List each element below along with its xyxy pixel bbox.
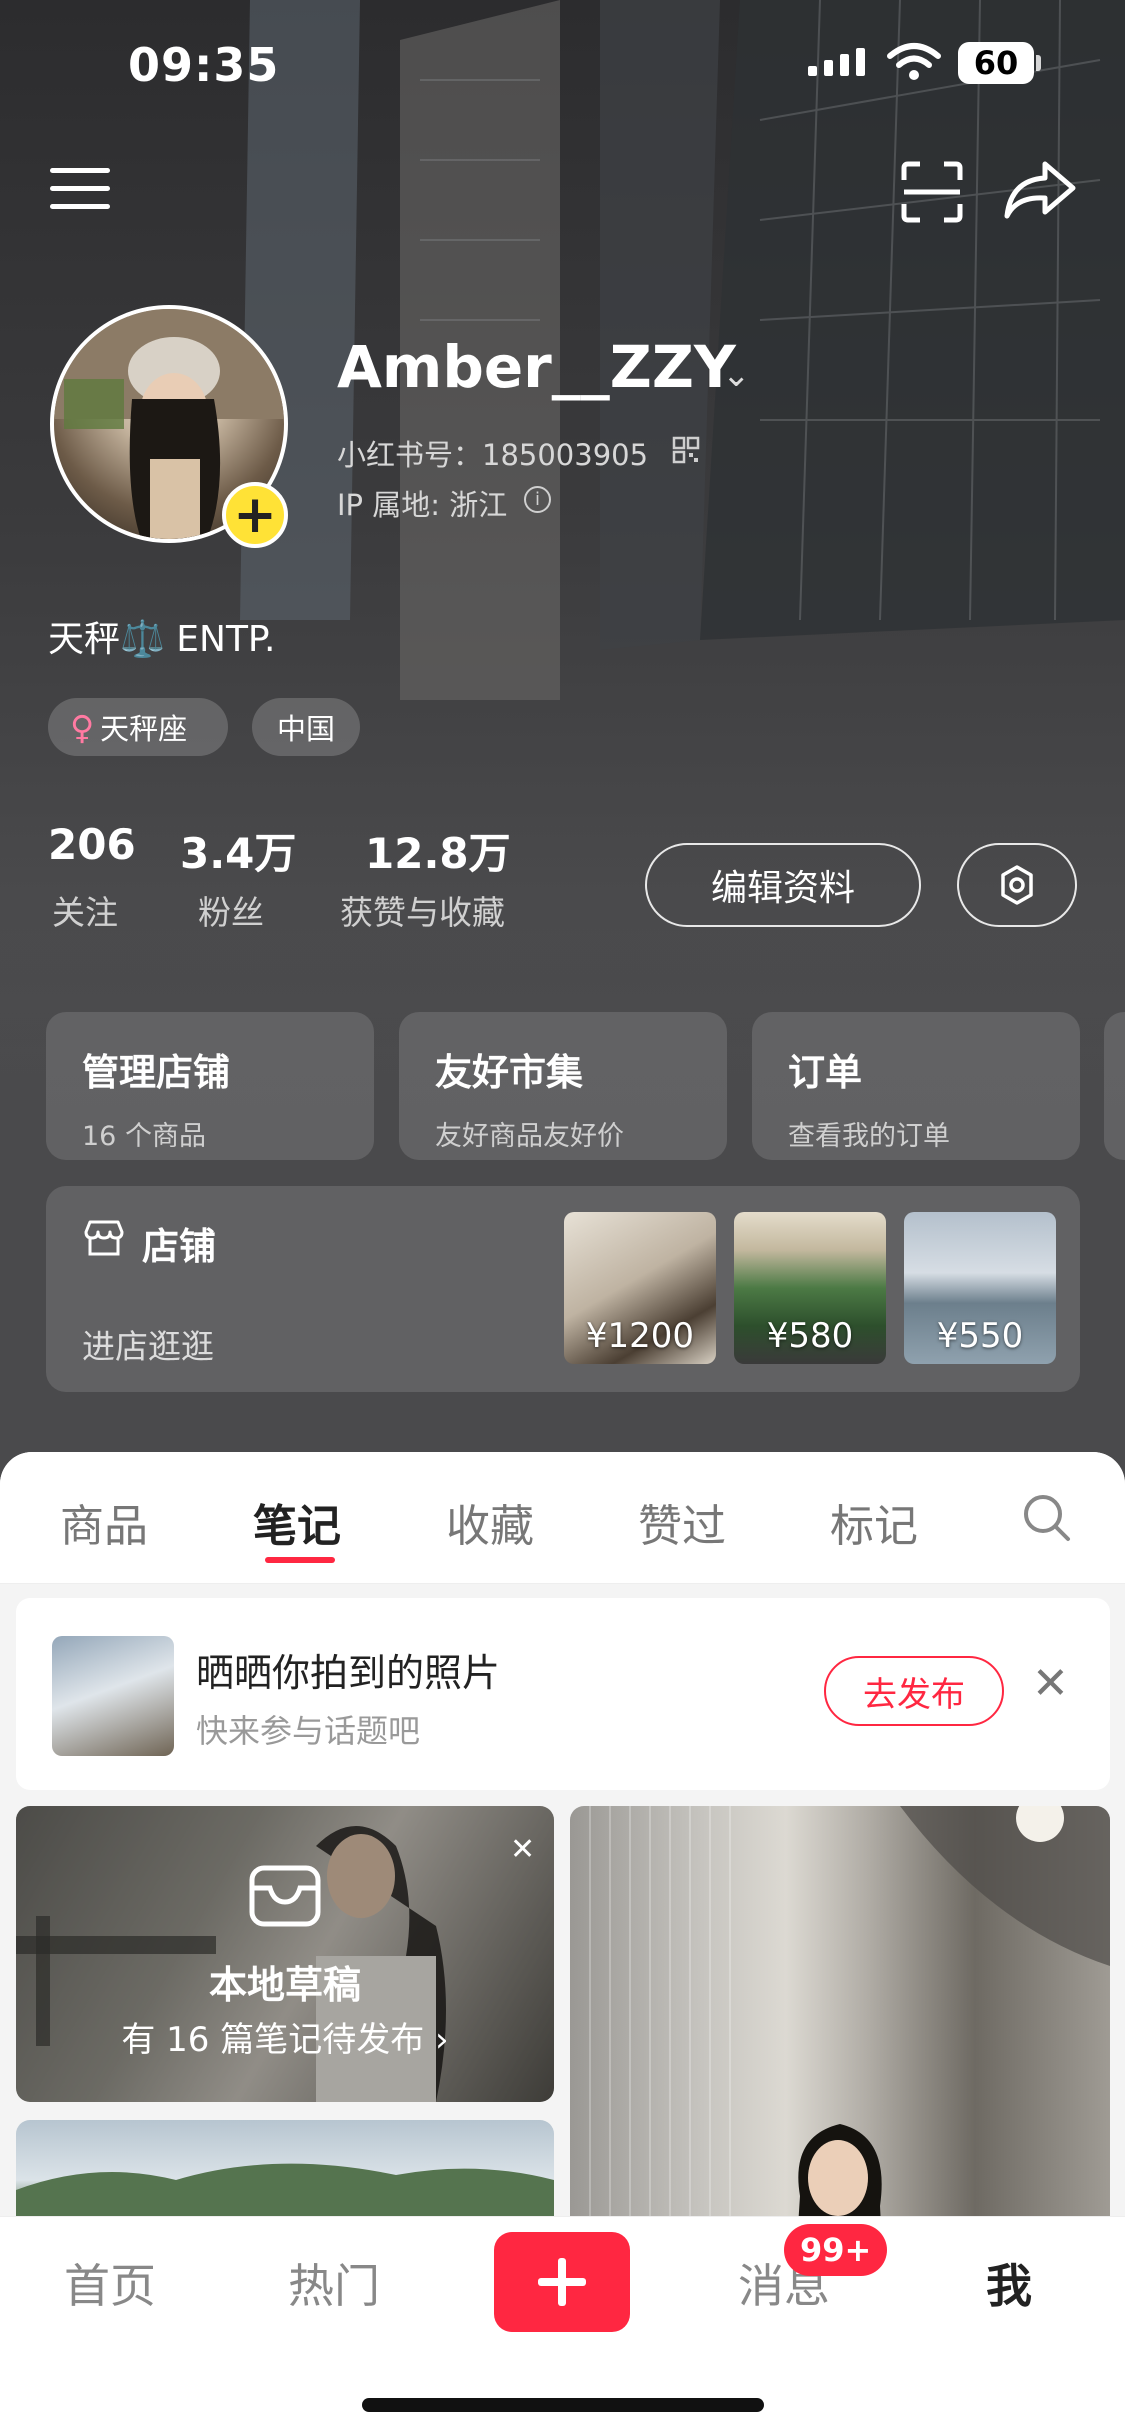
tab-liked[interactable]: 赞过 (638, 1490, 726, 1554)
card-subtitle: 友好商品友好价 (435, 1121, 624, 1152)
bio: 天秤⚖️ ENTP. (48, 619, 276, 660)
settings-icon (1001, 865, 1033, 905)
qr-icon[interactable] (672, 436, 700, 464)
tab-collections[interactable]: 收藏 (446, 1490, 534, 1554)
card-title: 订单 (788, 1051, 862, 1094)
tab-products[interactable]: 商品 (60, 1490, 148, 1554)
create-post-button[interactable] (494, 2232, 630, 2332)
tab-notes[interactable]: 笔记 (253, 1490, 341, 1554)
battery-icon: 60 (958, 42, 1034, 84)
product-price: ¥550 (936, 1316, 1024, 1356)
banner-subtitle: 快来参与话题吧 (196, 1712, 421, 1750)
close-icon[interactable]: ✕ (510, 1832, 535, 1867)
friendly-market-card[interactable]: 友好市集 友好商品友好价 (399, 1012, 727, 1160)
topic-banner[interactable]: 晒晒你拍到的照片 快来参与话题吧 去发布 ✕ (16, 1598, 1110, 1790)
home-indicator (362, 2398, 764, 2412)
status-time: 09:35 (128, 38, 280, 92)
store-product[interactable]: ¥1200 (564, 1212, 716, 1364)
red-id: 小红书号：185003905 (337, 438, 649, 472)
search-icon[interactable] (1022, 1493, 1072, 1543)
followers-count[interactable]: 3.4万 (180, 820, 296, 881)
edit-profile-button[interactable]: 编辑资料 (645, 843, 921, 927)
card-title: 友好市集 (435, 1051, 583, 1094)
store-subtitle[interactable]: 进店逛逛 (82, 1320, 214, 1368)
store-product[interactable]: ¥550 (904, 1212, 1056, 1364)
plus-icon (538, 2258, 586, 2306)
ip-location: IP 属地: 浙江 (337, 488, 508, 522)
active-tab-indicator (265, 1557, 335, 1563)
tag-zodiac-label: 天秤座 (100, 712, 188, 746)
following-count[interactable]: 206 (48, 820, 136, 869)
profile-tabs (0, 1452, 1125, 1584)
product-price: ¥1200 (585, 1316, 695, 1356)
close-icon[interactable]: ✕ (1032, 1658, 1069, 1709)
tag-zodiac: ♀ 天秤座 (48, 698, 228, 756)
card-subtitle: 查看我的订单 (788, 1121, 950, 1152)
scan-icon[interactable] (900, 160, 964, 224)
product-price: ¥580 (766, 1316, 854, 1356)
female-icon: ♀ (70, 707, 95, 747)
card-title: 管理店铺 (82, 1051, 230, 1094)
nav-trending[interactable]: 热门 (288, 2250, 380, 2316)
orders-card[interactable]: 订单 查看我的订单 (752, 1012, 1080, 1160)
store-section[interactable]: 店铺 进店逛逛 ¥1200 ¥580 ¥550 (46, 1186, 1080, 1392)
publish-button[interactable]: 去发布 (824, 1656, 1004, 1726)
manage-store-card[interactable]: 管理店铺 16 个商品 (46, 1012, 374, 1160)
tag-region: 中国 (252, 698, 360, 756)
likes-label[interactable]: 获赞与收藏 (340, 886, 505, 934)
username[interactable]: Amber__ZZY (337, 333, 736, 401)
banner-title: 晒晒你拍到的照片 (196, 1651, 501, 1695)
store-title: 店铺 (142, 1225, 216, 1268)
banner-thumbnail (52, 1636, 174, 1756)
info-icon[interactable]: i (524, 486, 551, 513)
menu-icon[interactable] (50, 160, 112, 216)
store-product[interactable]: ¥580 (734, 1212, 886, 1364)
share-icon[interactable] (1003, 158, 1079, 222)
messages-badge: 99+ (784, 2224, 888, 2276)
drafts-card[interactable]: 本地草稿 有 16 篇笔记待发布 › ✕ (16, 1806, 554, 2102)
drafts-subtitle: 有 16 篇笔记待发布 › (121, 2020, 449, 2060)
drafts-title: 本地草稿 (208, 1963, 361, 2007)
likes-count[interactable]: 12.8万 (365, 820, 511, 881)
nav-home[interactable]: 首页 (64, 2250, 156, 2316)
nav-me[interactable]: 我 (986, 2250, 1032, 2316)
wifi-icon (887, 43, 941, 80)
add-avatar-button[interactable]: + (222, 482, 288, 548)
more-card-peek[interactable] (1104, 1012, 1125, 1160)
followers-label[interactable]: 粉丝 (198, 886, 264, 934)
tab-marked[interactable]: 标记 (830, 1490, 918, 1554)
battery-nub (1036, 55, 1041, 71)
chevron-down-icon[interactable]: ⌄ (722, 355, 751, 395)
settings-button[interactable] (957, 843, 1077, 927)
cellular-signal-icon (808, 48, 865, 76)
following-label[interactable]: 关注 (52, 886, 118, 934)
store-icon (84, 1220, 124, 1256)
drafts-box-icon (249, 1865, 321, 1927)
card-subtitle: 16 个商品 (82, 1121, 206, 1152)
